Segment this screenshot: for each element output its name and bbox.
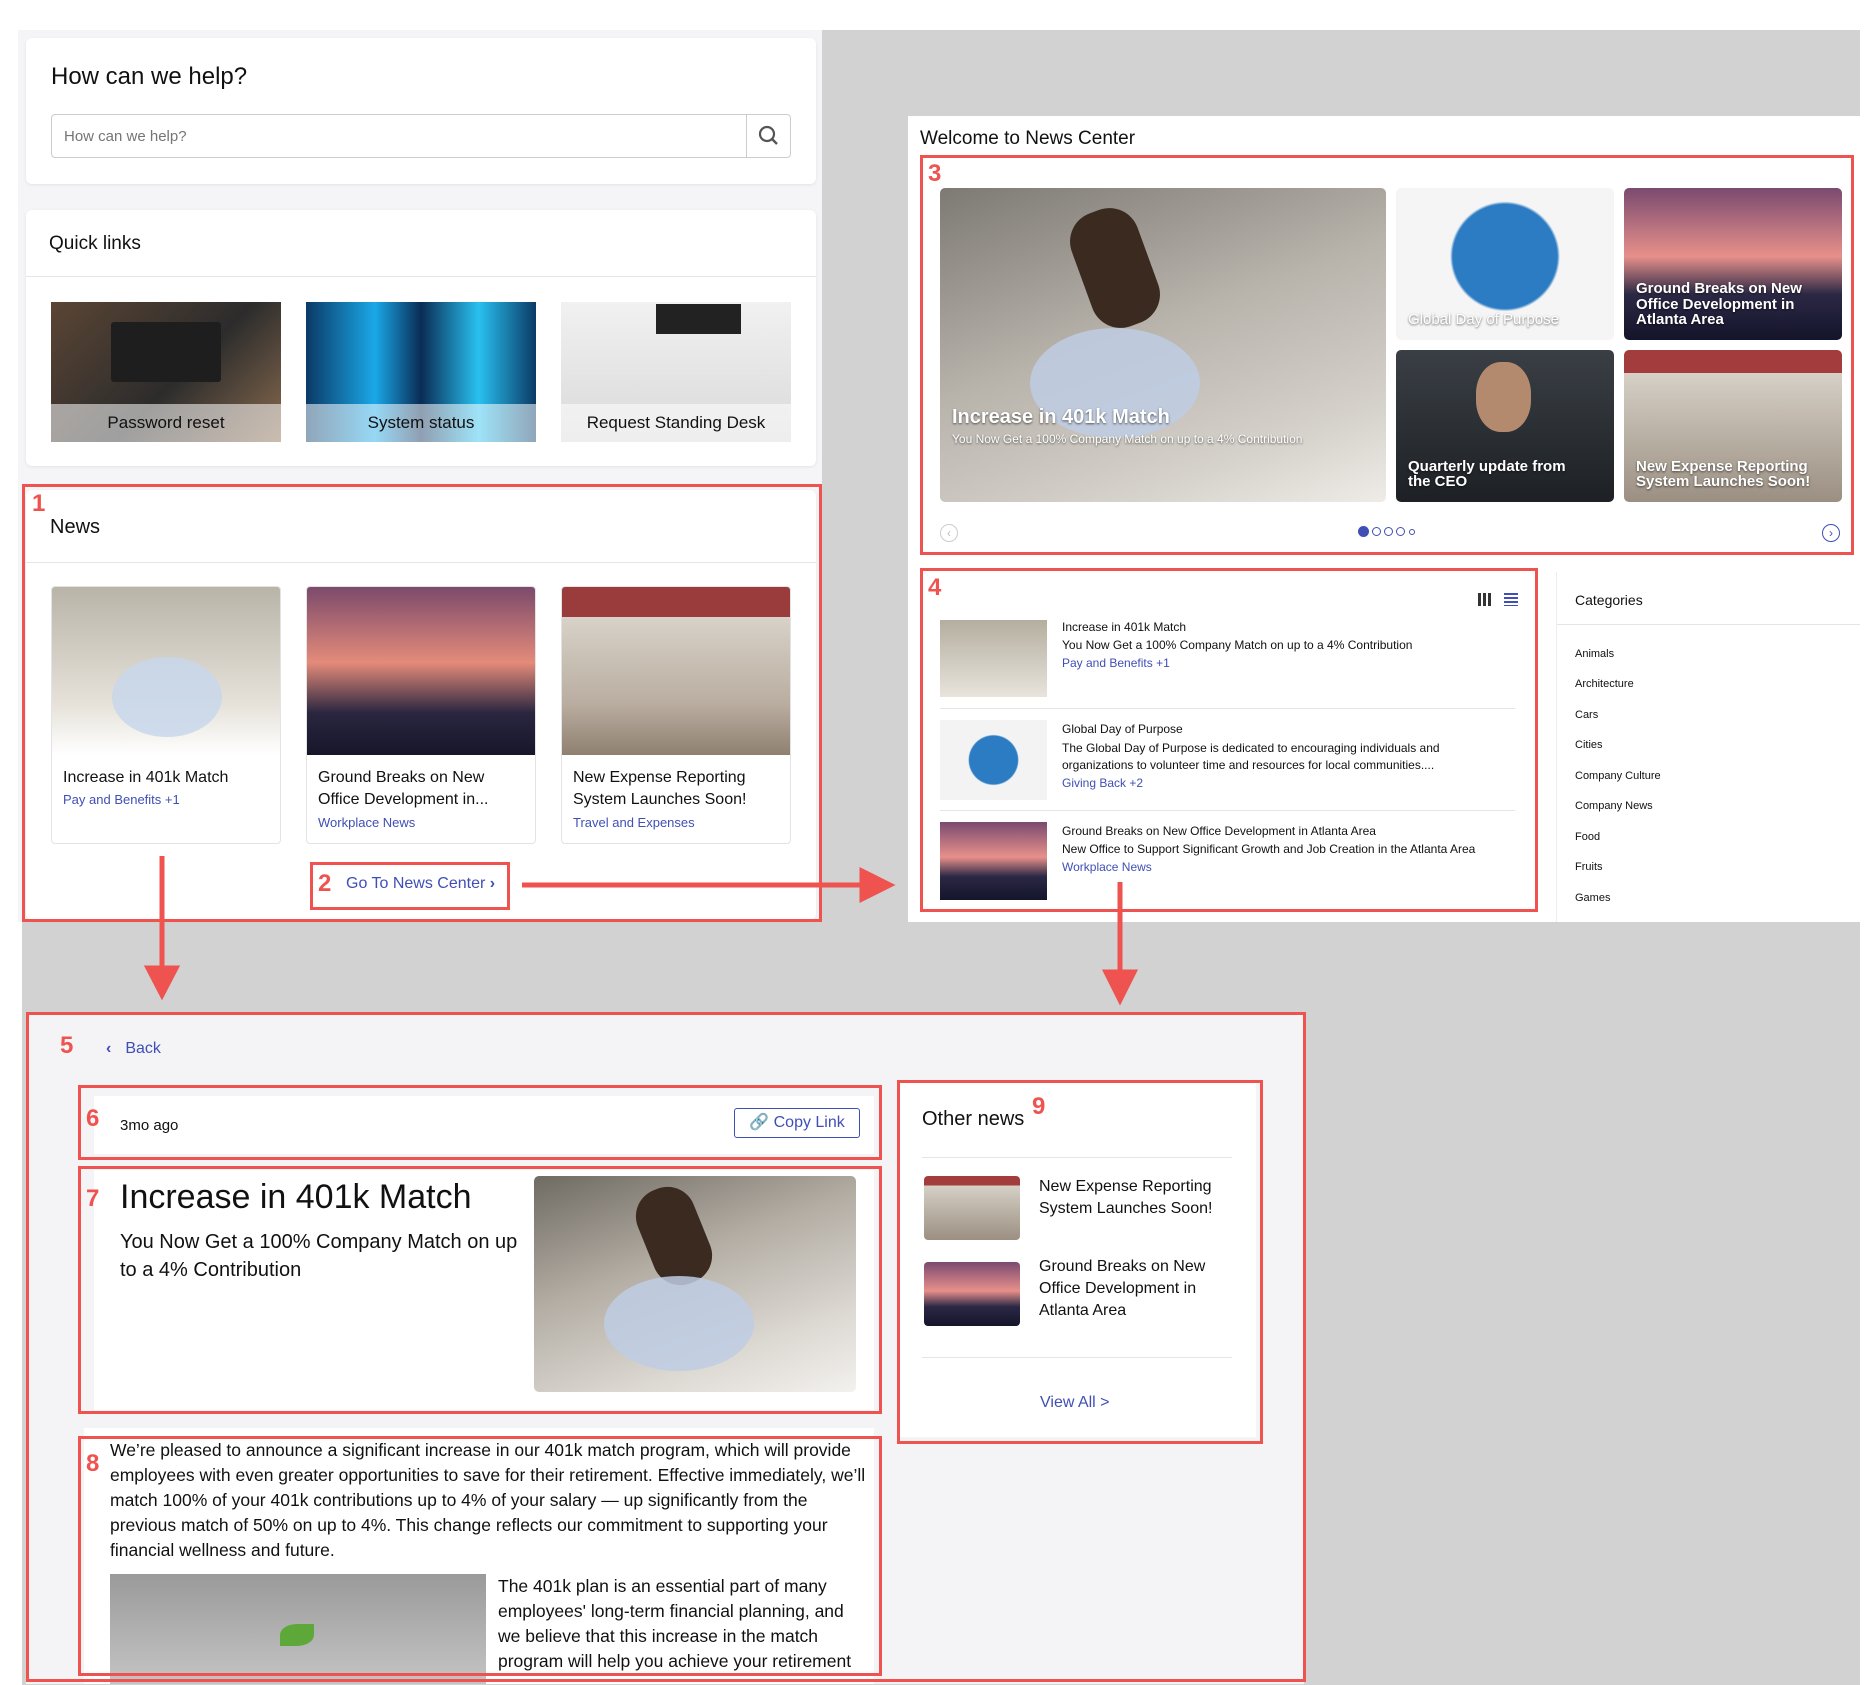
arrow-head <box>859 866 896 904</box>
arrow-head <box>1101 969 1139 1006</box>
arrow-head <box>143 965 181 1001</box>
annotation-arrows <box>143 856 1139 1006</box>
